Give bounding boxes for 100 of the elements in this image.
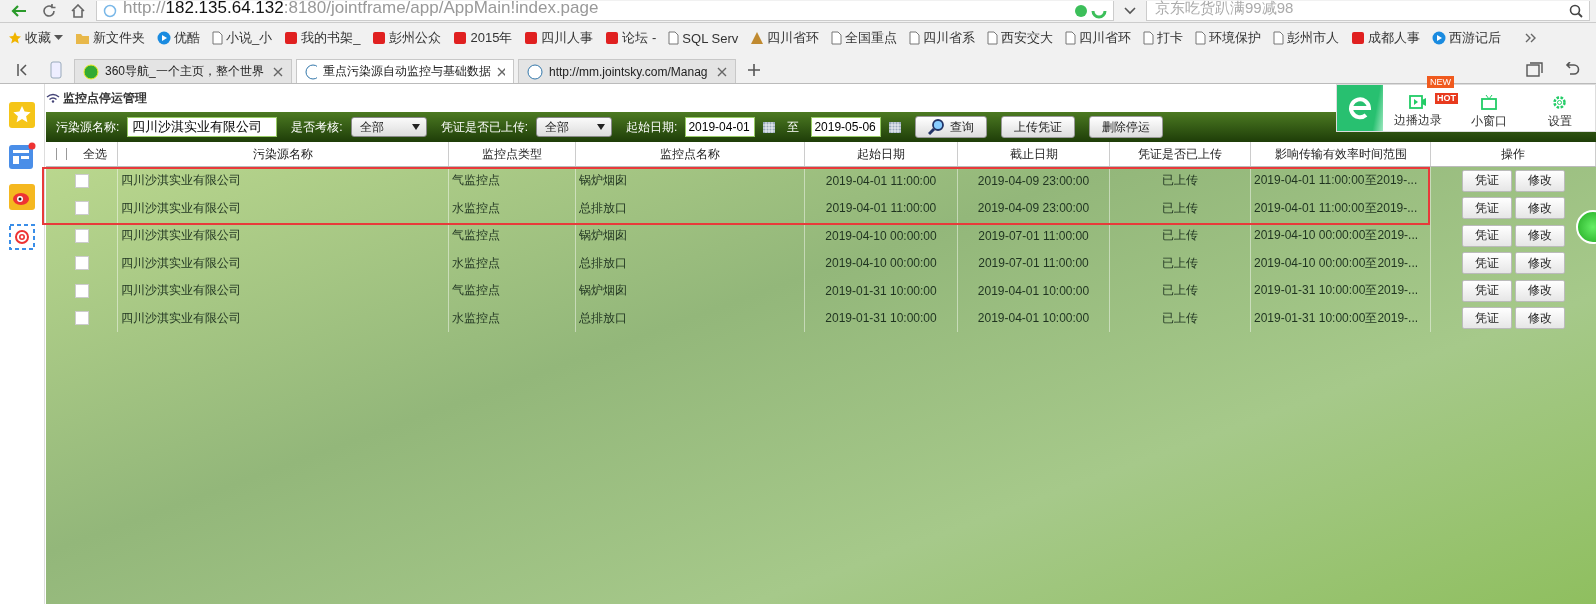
column-header: 凭证是否已上传 [1110,142,1251,166]
bookmark-item[interactable]: 彭州公众 [372,29,442,47]
bookmark-item[interactable]: 小说_小 [212,29,273,47]
query-button[interactable]: 查询 [915,116,988,138]
caret-icon [54,35,63,41]
upload-button[interactable]: 上传凭证 [1001,116,1076,138]
table-cell: 锅炉烟囱 [579,227,627,245]
checkbox[interactable] [56,148,67,160]
table-cell: 总排放口 [579,254,627,272]
video-icon [1409,95,1428,109]
bookmark-item[interactable]: 打卡 [1143,29,1184,47]
search-field[interactable]: 京东吃货趴满99减98 [1146,1,1590,21]
edit-button[interactable]: 修改 [1515,307,1565,330]
edit-button[interactable]: 修改 [1515,224,1565,247]
table-cell: 总排放口 [579,199,627,217]
table-cell: 2019-01-31 10:00:00 [825,283,937,298]
settings-icon[interactable] [1552,94,1568,110]
site-icon [284,31,299,45]
voucher-button[interactable]: 凭证 [1462,169,1512,192]
browser-tab[interactable]: 重点污染源自动监控与基础数据 [296,59,514,83]
bookmark-item[interactable]: 2015年 [453,29,513,47]
bookmark-item[interactable]: 四川省环 [1065,29,1132,47]
close-icon[interactable] [717,66,727,77]
bookmark-item[interactable]: 四川省环 [750,29,820,47]
end-date-field[interactable]: 2019-05-06 [811,117,882,137]
bookmark-item[interactable]: 新文件夹 [75,29,145,47]
new-badge: NEW [1427,76,1454,88]
search-icon[interactable] [1569,3,1583,18]
tv-icon[interactable] [1481,94,1497,110]
news-icon[interactable] [8,142,36,170]
start-date-field[interactable]: 2019-04-01 [685,117,756,137]
page-icon [668,31,680,45]
table-cell: 2019-04-10 00:00:00至2019-... [1254,227,1419,245]
address-field[interactable]: http://182.135.64.132:8180/jointframe/app/AppMain!index.page [96,1,1114,21]
table-cell: 2019-04-09 23:00:00 [977,173,1090,188]
hot-badge: HOT [1435,93,1458,104]
table-cell: 已上传 [1162,227,1198,245]
browser-tab[interactable]: http://mm.jointsky.com/Manag [518,59,736,83]
table-cell: 水监控点 [452,254,500,272]
row-checkbox[interactable] [74,283,89,298]
search-input[interactable]: 京东吃货趴满99减98 [1153,0,1569,18]
voucher-button[interactable]: 凭证 [1462,252,1512,275]
email-icon[interactable] [9,224,35,250]
select-all-header[interactable]: 全选 [46,142,118,166]
bookmark-item[interactable]: 西安交大 [987,29,1054,47]
row-checkbox[interactable] [74,201,89,216]
assess-select[interactable]: 全部 [350,117,427,137]
voucher-button[interactable]: 凭证 [1462,279,1512,302]
edit-button[interactable]: 修改 [1515,169,1565,192]
play-icon [1432,31,1447,45]
row-checkbox[interactable] [74,228,89,243]
globe-icon [103,3,117,18]
edit-button[interactable]: 修改 [1515,252,1565,275]
bookmark-item[interactable]: 成都人事 [1351,29,1421,47]
bookmark-item[interactable]: 四川人事 [524,29,594,47]
table-cell: 已上传 [1162,199,1198,217]
table-cell: 总排放口 [579,309,627,327]
bookmark-item[interactable]: 论坛 - [605,29,657,47]
voucher-button[interactable]: 凭证 [1462,307,1512,330]
row-checkbox[interactable] [74,311,89,326]
bookmark-item[interactable]: SQL Serv [668,30,739,46]
filter-label: 凭证是否已上传: [440,118,529,136]
table-cell: 2019-04-10 00:00:00 [825,228,937,243]
site-icon [305,63,318,80]
site-icon [1351,31,1366,45]
table-cell: 四川沙淇实业有限公司 [121,172,241,190]
bookmark-item[interactable]: 我的书架_ [284,29,361,47]
calendar-icon[interactable] [763,121,776,133]
table-cell: 2019-04-10 00:00:00 [825,256,937,271]
edit-button[interactable]: 修改 [1515,197,1565,220]
bookmark-item[interactable]: 优酷 [157,29,200,47]
bookmark-item[interactable]: 西游记后 [1432,29,1502,47]
bookmark-item[interactable]: 收藏 [8,29,63,47]
row-checkbox[interactable] [74,256,89,271]
delete-button[interactable]: 删除停运 [1089,116,1164,138]
page-icon [1195,31,1207,45]
voucher-button[interactable]: 凭证 [1462,197,1512,220]
mini-window-link[interactable]: 小窗口 [1471,112,1507,130]
close-icon[interactable] [273,66,283,77]
table-cell: 2019-07-01 11:00:00 [978,228,1089,243]
bookmark-item[interactable]: 四川省系 [909,29,976,47]
column-header: 截止日期 [958,142,1110,166]
page-icon [1065,31,1077,45]
source-name-field[interactable]: 四川沙淇实业有限公司 [127,117,278,137]
bookmark-item[interactable]: 全国重点 [831,29,898,47]
close-icon[interactable] [497,66,505,77]
weibo-icon[interactable] [9,184,35,210]
voucher-button[interactable]: 凭证 [1462,224,1512,247]
row-checkbox[interactable] [74,173,89,188]
table-cell: 2019-04-01 11:00:00至2019-... [1254,172,1418,190]
edit-button[interactable]: 修改 [1515,279,1565,302]
table-cell: 水监控点 [452,199,500,217]
bookmark-item[interactable]: 彭州市人 [1273,29,1340,47]
browser-tab[interactable]: 360导航_一个主页，整个世界 [74,59,292,83]
calendar-icon[interactable] [889,121,902,133]
settings-link[interactable]: 设置 [1547,112,1572,130]
uploaded-select[interactable]: 全部 [536,117,613,137]
record-link[interactable]: 边播边录 [1394,112,1443,129]
table-cell: 已上传 [1162,309,1198,327]
bookmark-item[interactable]: 环境保护 [1195,29,1262,47]
